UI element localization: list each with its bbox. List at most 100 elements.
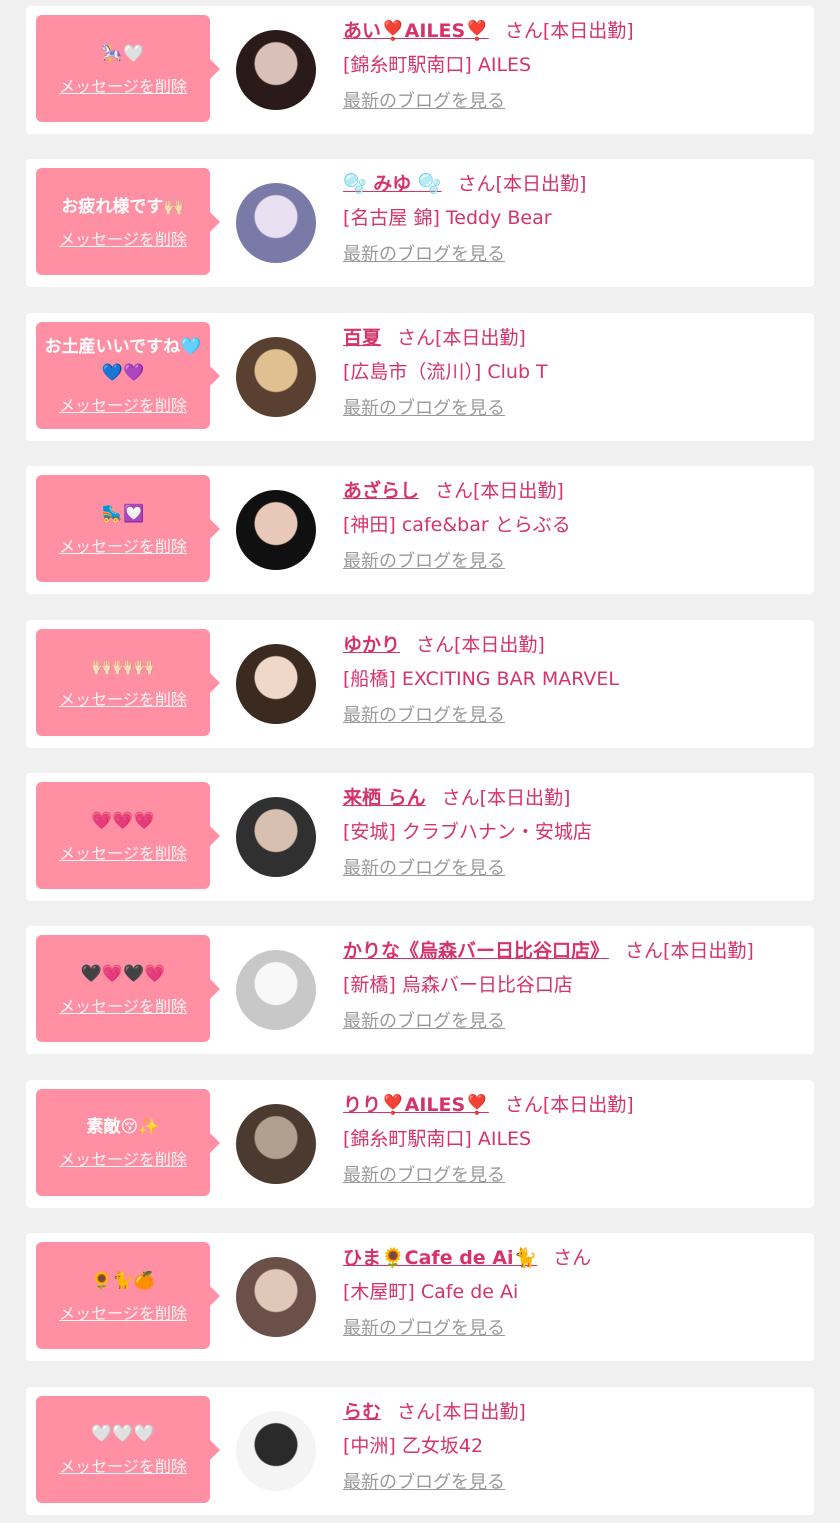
cast-name-link[interactable]: ひま🌻Cafe de Ai🐈 bbox=[343, 1247, 537, 1269]
shop-label: [錦糸町駅南口] AILES bbox=[343, 54, 532, 76]
message-bubble: 🛼💟 メッセージを削除 bbox=[36, 475, 220, 583]
cast-name-link[interactable]: りり❣️AILES❣️ bbox=[343, 1094, 489, 1116]
latest-blog-link[interactable]: 最新のブログを見る bbox=[343, 1164, 505, 1188]
name-line: 🫧 みゆ 🫧 さん[本日出勤] bbox=[343, 169, 804, 199]
latest-blog-link[interactable]: 最新のブログを見る bbox=[343, 243, 505, 267]
attendance-status: さん bbox=[553, 1247, 592, 1270]
shop-label: [船橋] EXCITING BAR MARVEL bbox=[343, 667, 619, 690]
latest-blog-link[interactable]: 最新のブログを見る bbox=[343, 857, 505, 881]
name-line: あざらし さん[本日出勤] bbox=[343, 476, 804, 506]
profile-info: らむ さん[本日出勤] [中洲] 乙女坂42 最新のブログを見る bbox=[343, 1397, 804, 1495]
avatar[interactable] bbox=[236, 336, 316, 417]
name-line: ゆかり さん[本日出勤] bbox=[343, 630, 804, 660]
avatar[interactable] bbox=[236, 797, 316, 877]
shop-label: [新橋] 烏森バー日比谷口店 bbox=[343, 974, 573, 997]
message-card: 🤍🤍🤍 メッセージを削除 らむ さん[本日出勤] [中洲] 乙女坂42 最新のブロ… bbox=[26, 1386, 814, 1515]
message-card: お土産いいですね🩵💙💜 メッセージを削除 百夏 さん[本日出勤] [広島市（流川）… bbox=[26, 312, 814, 441]
profile-info: ゆかり さん[本日出勤] [船橋] EXCITING BAR MARVEL 最新の… bbox=[343, 630, 804, 728]
avatar[interactable] bbox=[236, 1410, 316, 1491]
message-text: 素敵😚✨ bbox=[86, 1117, 160, 1138]
shop-label: [神田] cafe&bar とらぶる bbox=[343, 514, 571, 537]
attendance-status: さん[本日出勤] bbox=[625, 940, 754, 963]
profile-info: あい❣️AILES❣️ さん[本日出勤] [錦糸町駅南口] AILES 最新のブロ… bbox=[343, 16, 804, 114]
latest-blog-link[interactable]: 最新のブログを見る bbox=[343, 90, 505, 114]
delete-message-link[interactable]: メッセージを削除 bbox=[59, 997, 187, 1017]
delete-message-link[interactable]: メッセージを削除 bbox=[59, 230, 187, 250]
message-text: 💗💗💗 bbox=[91, 810, 155, 831]
name-line: ひま🌻Cafe de Ai🐈 さん bbox=[343, 1243, 804, 1273]
attendance-status: さん[本日出勤] bbox=[457, 173, 587, 196]
name-line: かりな《烏森バー日比谷口店》 さん[本日出勤] bbox=[343, 936, 804, 966]
shop-label: [木屋町] Cafe de Ai bbox=[343, 1281, 519, 1304]
delete-message-link[interactable]: メッセージを削除 bbox=[59, 844, 187, 864]
shop-label: [広島市（流川）] Club T bbox=[343, 360, 548, 383]
latest-blog-link[interactable]: 最新のブログを見る bbox=[343, 397, 505, 421]
avatar[interactable] bbox=[236, 30, 316, 110]
attendance-status: さん[本日出勤] bbox=[435, 480, 564, 503]
profile-info: あざらし さん[本日出勤] [神田] cafe&bar とらぶる 最新のブログを見… bbox=[343, 476, 804, 574]
latest-blog-link[interactable]: 最新のブログを見る bbox=[343, 704, 505, 728]
latest-blog-link[interactable]: 最新のブログを見る bbox=[343, 550, 505, 574]
message-bubble: 素敵😚✨ メッセージを削除 bbox=[36, 1088, 220, 1196]
message-text: 🤍🤍🤍 bbox=[91, 1424, 155, 1445]
attendance-status: さん[本日出勤] bbox=[397, 326, 526, 349]
avatar[interactable] bbox=[236, 643, 316, 724]
message-card: 素敵😚✨ メッセージを削除 りり❣️AILES❣️ さん[本日出勤] [錦糸町駅南… bbox=[26, 1079, 814, 1208]
cast-name-link[interactable]: 🫧 みゆ 🫧 bbox=[343, 173, 442, 195]
cast-name-link[interactable]: かりな《烏森バー日比谷口店》 bbox=[343, 940, 609, 962]
cast-name-link[interactable]: あい❣️AILES❣️ bbox=[343, 20, 489, 42]
delete-message-link[interactable]: メッセージを削除 bbox=[59, 690, 187, 710]
cast-name-link[interactable]: 来栖 らん bbox=[343, 787, 426, 809]
shop-label: [安城] クラブハナン・安城店 bbox=[343, 821, 592, 843]
latest-blog-link[interactable]: 最新のブログを見る bbox=[343, 1471, 505, 1495]
latest-blog-link[interactable]: 最新のブログを見る bbox=[343, 1010, 505, 1034]
attendance-status: さん[本日出勤] bbox=[397, 1400, 526, 1423]
cast-name-link[interactable]: ゆかり bbox=[343, 634, 400, 656]
name-line: らむ さん[本日出勤] bbox=[343, 1397, 804, 1427]
avatar[interactable] bbox=[236, 1103, 316, 1184]
name-line: 来栖 らん さん[本日出勤] bbox=[343, 783, 804, 813]
message-card: 🎠🤍 メッセージを削除 あい❣️AILES❣️ さん[本日出勤] [錦糸町駅南口]… bbox=[26, 6, 814, 134]
profile-info: ひま🌻Cafe de Ai🐈 さん [木屋町] Cafe de Ai 最新のブログ… bbox=[343, 1243, 804, 1341]
avatar[interactable] bbox=[236, 950, 316, 1031]
profile-info: 🫧 みゆ 🫧 さん[本日出勤] [名古屋 錦] Teddy Bear 最新のブログ… bbox=[343, 169, 804, 267]
delete-message-link[interactable]: メッセージを削除 bbox=[59, 77, 187, 97]
message-card: お疲れ様です🙌🏻 メッセージを削除 🫧 みゆ 🫧 さん[本日出勤] [名古屋 錦]… bbox=[26, 159, 814, 288]
message-card: 🖤💗🖤💗 メッセージを削除 かりな《烏森バー日比谷口店》 さん[本日出勤] [新橋… bbox=[26, 926, 814, 1055]
name-line: 百夏 さん[本日出勤] bbox=[343, 323, 804, 353]
message-text: 🙌🏻🙌🏻🙌🏻 bbox=[91, 657, 155, 678]
message-list: 🎠🤍 メッセージを削除 あい❣️AILES❣️ さん[本日出勤] [錦糸町駅南口]… bbox=[0, 0, 840, 1523]
cast-name-link[interactable]: あざらし bbox=[343, 480, 419, 502]
message-bubble: 🙌🏻🙌🏻🙌🏻 メッセージを削除 bbox=[36, 628, 220, 736]
delete-message-link[interactable]: メッセージを削除 bbox=[59, 537, 187, 557]
message-text: 🛼💟 bbox=[101, 503, 145, 524]
latest-blog-link[interactable]: 最新のブログを見る bbox=[343, 1317, 505, 1341]
avatar[interactable] bbox=[236, 1257, 316, 1338]
profile-info: 百夏 さん[本日出勤] [広島市（流川）] Club T 最新のブログを見る bbox=[343, 323, 804, 421]
delete-message-link[interactable]: メッセージを削除 bbox=[59, 1457, 187, 1477]
shop-label: [錦糸町駅南口] AILES bbox=[343, 1127, 532, 1150]
avatar[interactable] bbox=[236, 183, 316, 264]
message-bubble: 🌻🐈🍊 メッセージを削除 bbox=[36, 1242, 220, 1350]
cast-name-link[interactable]: らむ bbox=[343, 1401, 381, 1423]
attendance-status: さん[本日出勤] bbox=[504, 1093, 634, 1116]
attendance-status: さん[本日出勤] bbox=[416, 633, 545, 656]
cast-name-link[interactable]: 百夏 bbox=[343, 327, 381, 349]
shop-label: [中洲] 乙女坂42 bbox=[343, 1434, 484, 1457]
profile-info: 来栖 らん さん[本日出勤] [安城] クラブハナン・安城店 最新のブログを見る bbox=[343, 783, 804, 881]
profile-info: かりな《烏森バー日比谷口店》 さん[本日出勤] [新橋] 烏森バー日比谷口店 最新… bbox=[343, 936, 804, 1034]
name-line: あい❣️AILES❣️ さん[本日出勤] bbox=[343, 16, 804, 46]
message-bubble: お土産いいですね🩵💙💜 メッセージを削除 bbox=[36, 321, 220, 429]
profile-info: りり❣️AILES❣️ さん[本日出勤] [錦糸町駅南口] AILES 最新のブロ… bbox=[343, 1090, 804, 1188]
delete-message-link[interactable]: メッセージを削除 bbox=[59, 1304, 187, 1324]
avatar[interactable] bbox=[236, 490, 316, 571]
message-text: お土産いいですね🩵💙💜 bbox=[44, 337, 202, 384]
delete-message-link[interactable]: メッセージを削除 bbox=[59, 396, 187, 416]
shop-label: [名古屋 錦] Teddy Bear bbox=[343, 207, 552, 230]
message-bubble: 🎠🤍 メッセージを削除 bbox=[36, 15, 220, 122]
message-bubble: 💗💗💗 メッセージを削除 bbox=[36, 782, 220, 889]
attendance-status: さん[本日出勤] bbox=[504, 20, 634, 42]
message-text: 🖤💗🖤💗 bbox=[80, 963, 166, 984]
message-bubble: 🤍🤍🤍 メッセージを削除 bbox=[36, 1395, 220, 1503]
delete-message-link[interactable]: メッセージを削除 bbox=[59, 1150, 187, 1170]
